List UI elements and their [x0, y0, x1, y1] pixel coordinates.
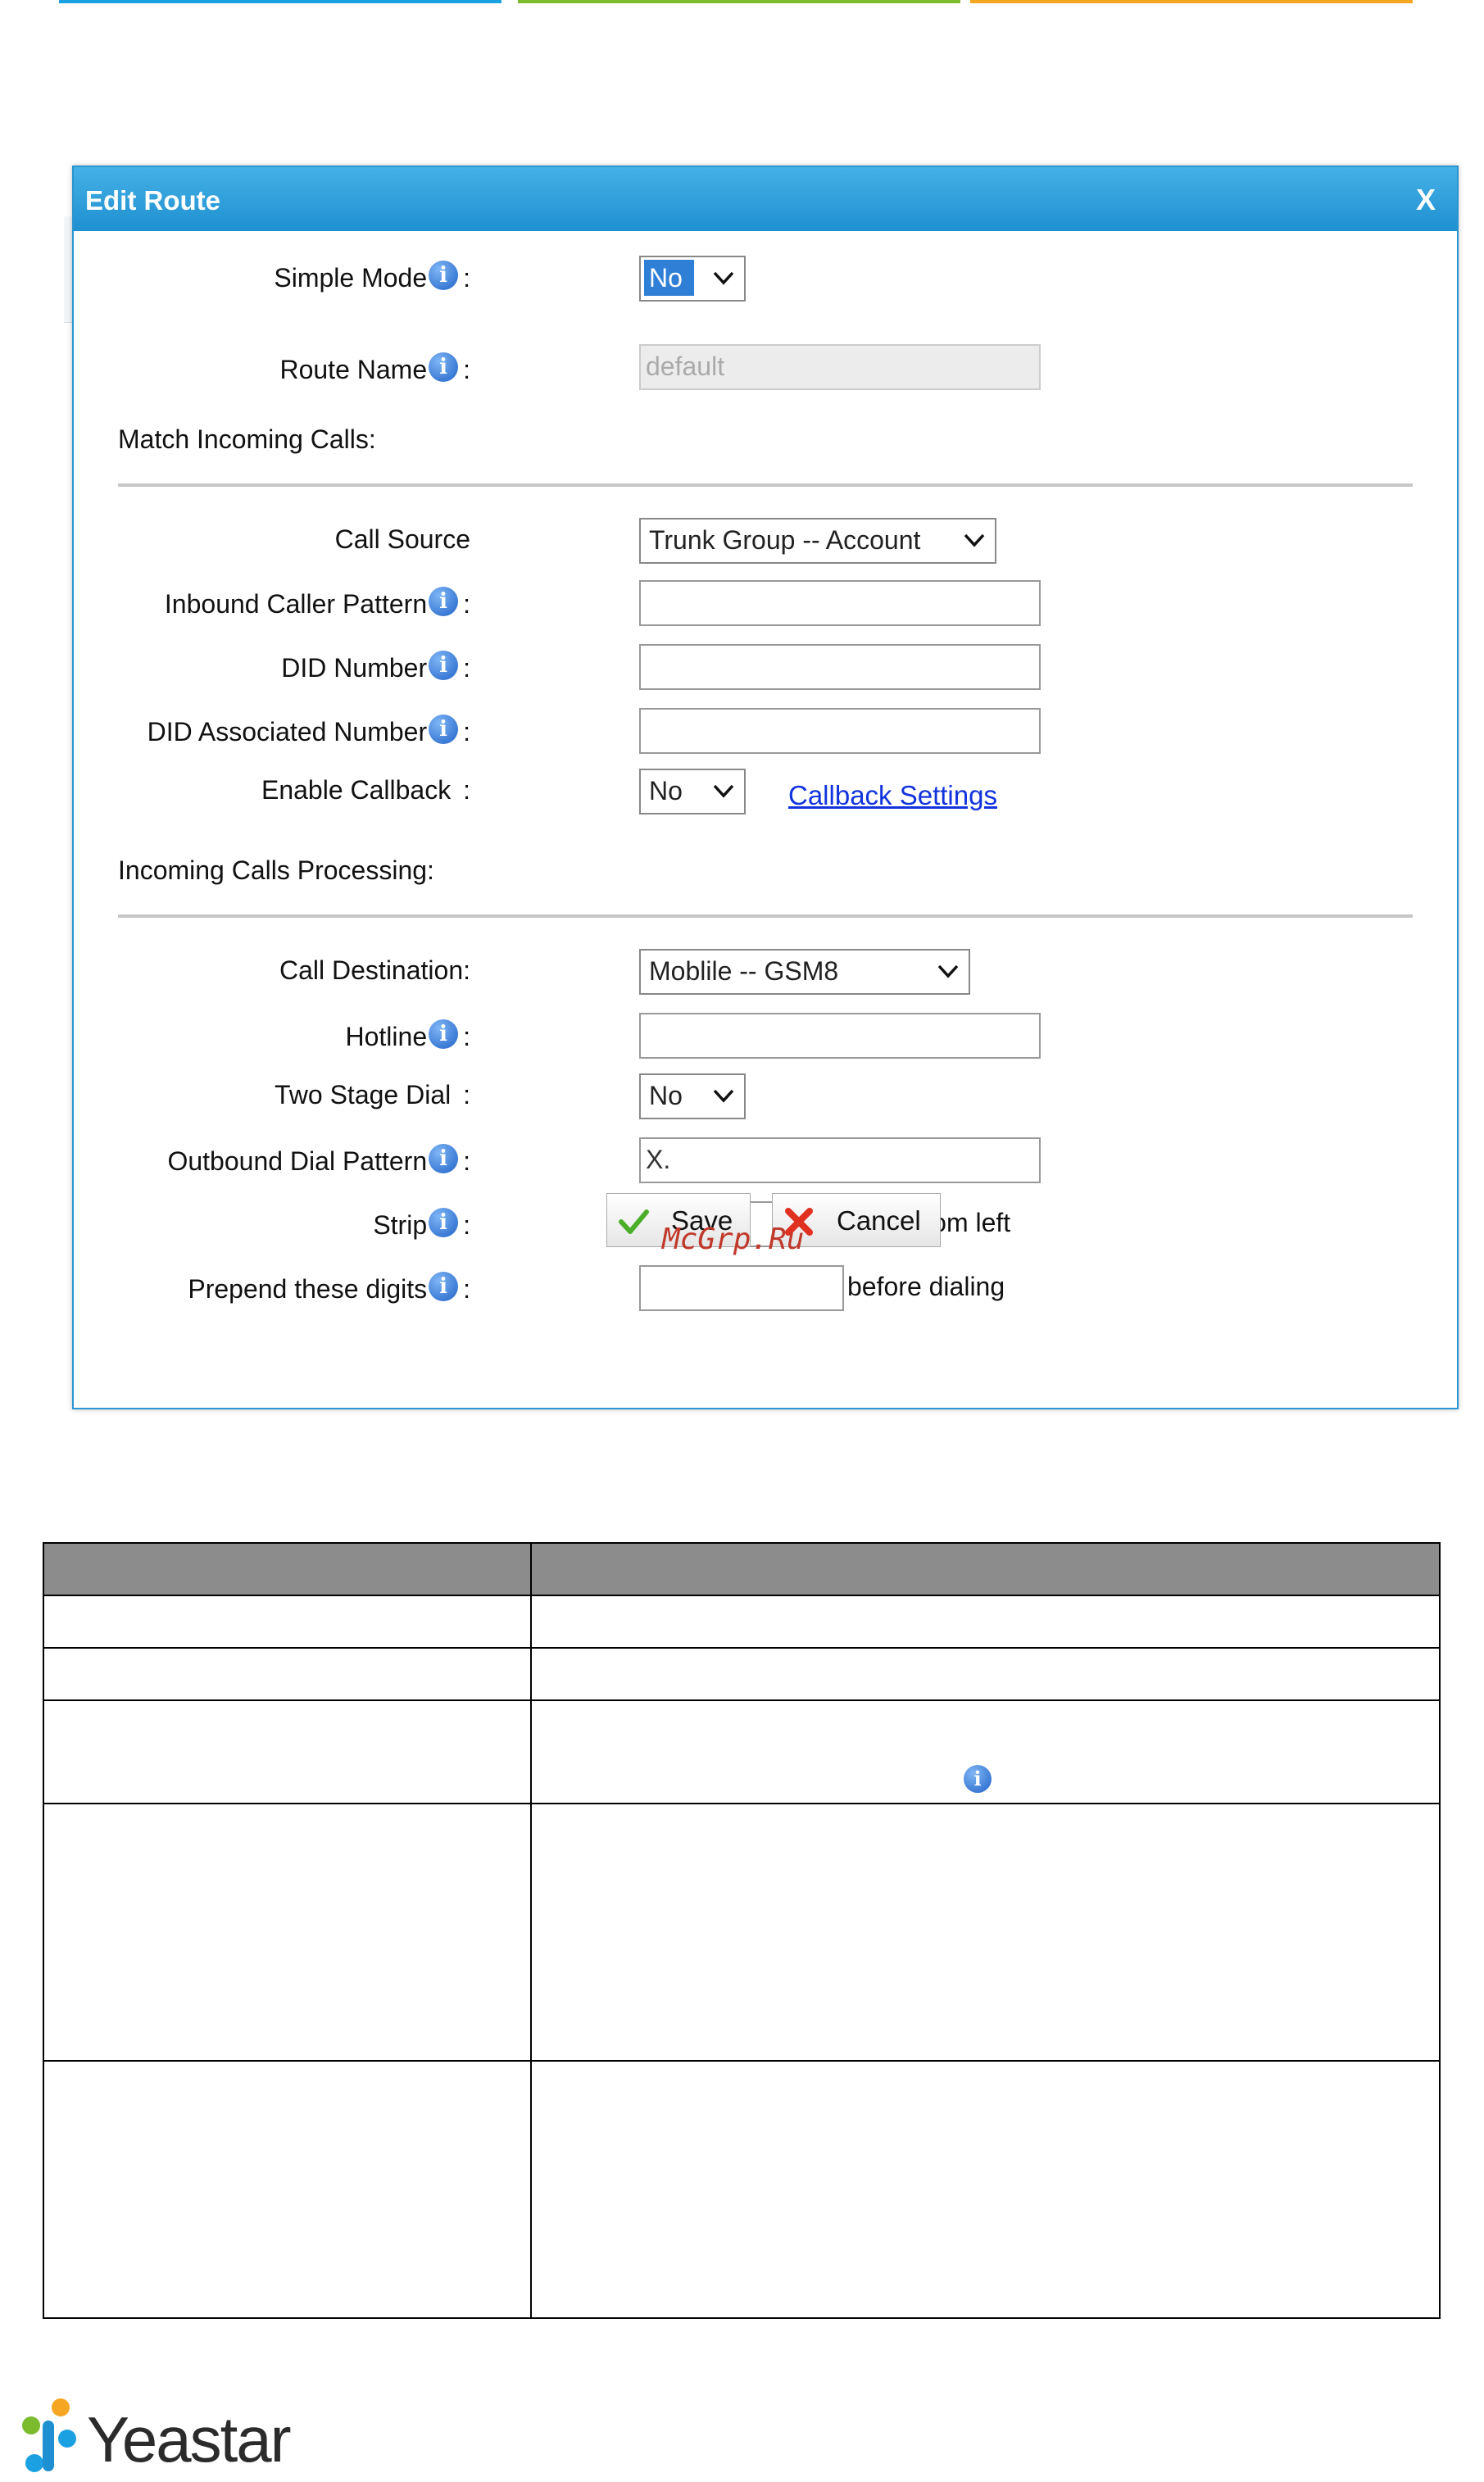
section-divider: [118, 914, 1413, 918]
did-associated-number-input[interactable]: [639, 708, 1041, 754]
call-destination-label: Call Destination:: [279, 955, 470, 985]
inbound-caller-pattern-label: Inbound Caller Pattern i:: [165, 587, 470, 619]
route-name-input: default: [639, 344, 1041, 390]
table-cell: [43, 1647, 532, 1701]
chevron-down-icon: [713, 784, 734, 798]
route-name-label: Route Name i:: [279, 352, 470, 385]
top-accent-bar-blue: [59, 0, 501, 3]
parameter-table: [43, 1542, 1441, 2319]
two-stage-dial-select[interactable]: No: [639, 1073, 746, 1119]
call-destination-select[interactable]: Moblile -- GSM8: [639, 949, 970, 995]
top-accent-bar-orange: [970, 0, 1413, 3]
table-header-cell: [43, 1542, 532, 1596]
info-icon: i: [964, 1765, 992, 1793]
table-cell: [530, 1803, 1441, 2062]
prepend-suffix: before dialing: [847, 1272, 1005, 1301]
table-cell: [43, 2060, 532, 2319]
table-row: [43, 1595, 1441, 1649]
two-stage-dial-label: Two Stage Dial :: [275, 1080, 470, 1109]
dialog-title: Edit Route: [85, 185, 220, 216]
info-icon[interactable]: i: [429, 587, 459, 616]
did-number-input[interactable]: [639, 644, 1041, 690]
table-cell: [43, 1699, 532, 1804]
table-cell: [530, 2060, 1441, 2319]
table-row: [43, 1699, 1441, 1804]
chevron-down-icon: [713, 1089, 734, 1103]
chevron-down-icon: [964, 533, 985, 547]
simple-mode-select[interactable]: No: [639, 256, 746, 302]
yeastar-logo: Yeastar: [15, 2396, 292, 2482]
close-icon[interactable]: X: [1416, 183, 1436, 217]
section-divider: [118, 483, 1413, 487]
checkmark-icon: [619, 1209, 649, 1234]
callback-settings-link[interactable]: Callback Settings: [788, 780, 997, 811]
outbound-dial-pattern-input[interactable]: X.: [639, 1137, 1041, 1183]
watermark: McGrp.Ru: [662, 1223, 805, 1256]
dialog-header: Edit Route X: [74, 167, 1457, 231]
table-cell: [43, 1803, 532, 2062]
info-icon[interactable]: i: [429, 651, 459, 680]
chevron-down-icon: [713, 271, 734, 285]
top-accent-bar-green: [518, 0, 960, 3]
prepend-label: Prepend these digits i:: [188, 1272, 470, 1305]
hotline-input[interactable]: [639, 1013, 1041, 1059]
call-source-select[interactable]: Trunk Group -- Account: [639, 518, 996, 564]
table-header-row: [43, 1542, 1441, 1596]
yeastar-mark-icon: [22, 2398, 76, 2472]
info-icon[interactable]: i: [429, 1019, 459, 1049]
chevron-down-icon: [937, 964, 959, 978]
enable-callback-label: Enable Callback :: [261, 775, 470, 805]
table-row: [43, 1803, 1441, 2062]
section-title-match: Match Incoming Calls:: [118, 424, 376, 454]
did-associated-number-label: DID Associated Number i:: [147, 715, 470, 747]
did-number-label: DID Number i:: [281, 651, 470, 683]
info-icon[interactable]: i: [429, 1208, 459, 1237]
table-row: [43, 1647, 1441, 1701]
call-source-label: Call Source: [334, 524, 470, 554]
table-cell: [43, 1595, 532, 1649]
table-row: [43, 2060, 1441, 2319]
info-icon[interactable]: i: [429, 715, 459, 744]
logo-text: Yeastar: [87, 2403, 292, 2475]
info-icon[interactable]: i: [429, 352, 459, 382]
info-icon[interactable]: i: [429, 1272, 459, 1301]
info-icon[interactable]: i: [429, 1144, 459, 1173]
outbound-dial-pattern-label: Outbound Dial Pattern i:: [167, 1144, 470, 1177]
inbound-caller-pattern-input[interactable]: [639, 580, 1041, 626]
table-cell: [530, 1647, 1441, 1701]
table-cell: [530, 1595, 1441, 1649]
section-title-processing: Incoming Calls Processing:: [118, 855, 434, 885]
strip-label: Strip i:: [373, 1208, 470, 1241]
info-icon[interactable]: i: [429, 261, 459, 290]
prepend-input[interactable]: [639, 1265, 844, 1311]
hotline-label: Hotline i:: [346, 1019, 470, 1052]
simple-mode-label: Simple Mode i:: [274, 261, 470, 293]
table-header-cell: [530, 1542, 1441, 1596]
enable-callback-select[interactable]: No: [639, 769, 746, 814]
